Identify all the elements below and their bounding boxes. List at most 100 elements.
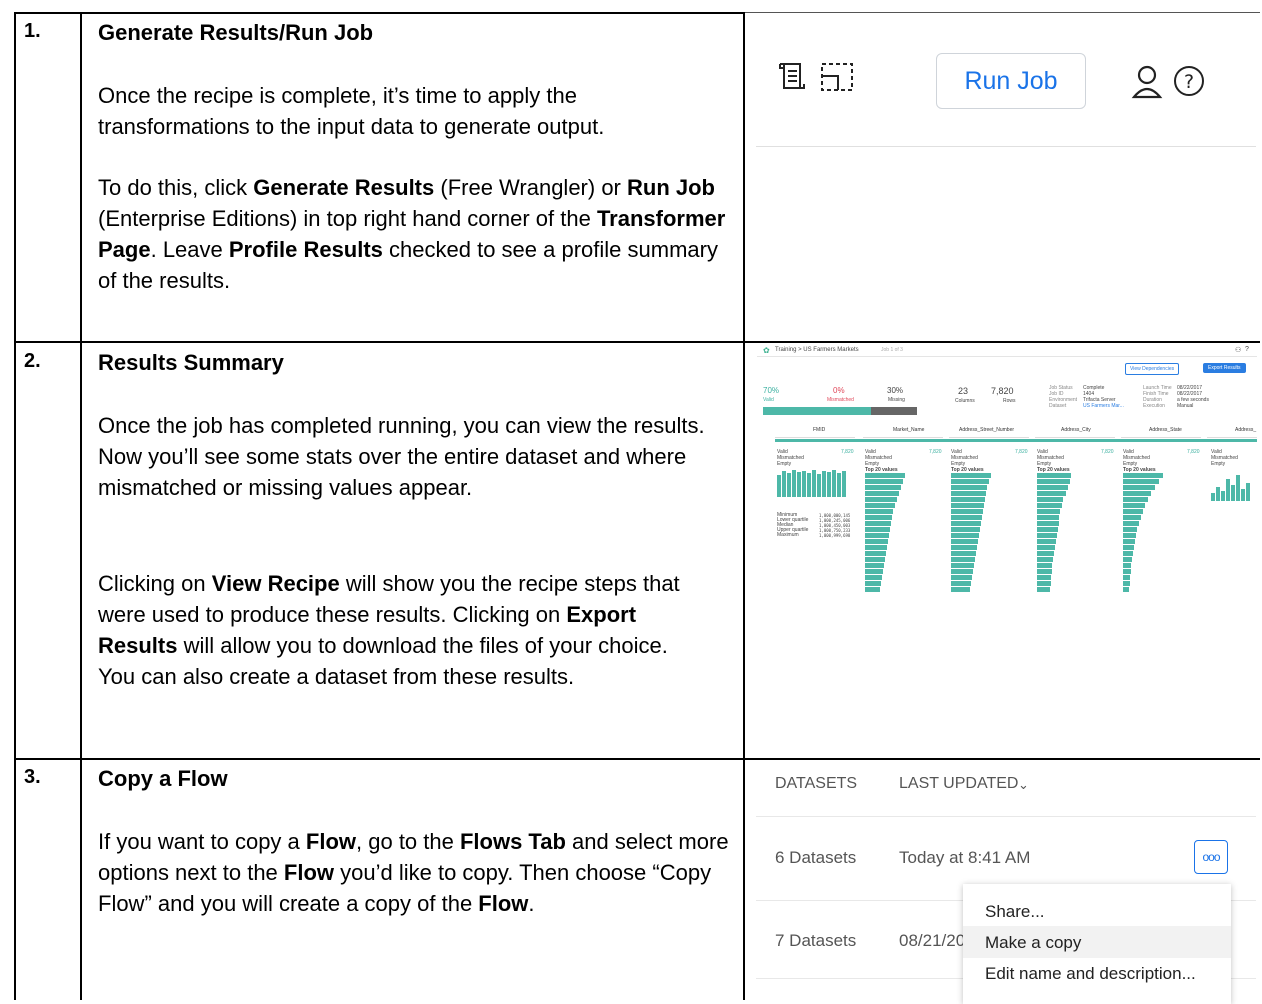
column-header[interactable]: FMID (775, 427, 855, 438)
column-header[interactable]: Address_State (1121, 427, 1201, 438)
export-results-button[interactable]: Export Results (1203, 363, 1246, 373)
last-updated-column-header[interactable]: LAST UPDATED (899, 775, 1018, 793)
flow-row-datasets: 6 Datasets (775, 848, 857, 867)
column-header-label: Address_Street_Number (959, 427, 1015, 433)
top-values-bars (1123, 473, 1163, 593)
column-header-label: Address_ (1235, 427, 1257, 433)
number-col-border (80, 12, 82, 1000)
row-title: Generate Results/Run Job (98, 20, 374, 45)
row-paragraph: Once the recipe is complete, it’s time t… (98, 80, 728, 142)
menu-item-make-copy[interactable]: Make a copy (985, 933, 1081, 953)
time-values: 08/22/2017 08/22/2017 a few seconds Manu… (1177, 385, 1209, 409)
menu-item-share[interactable]: Share... (985, 902, 1045, 922)
fmid-histogram (777, 467, 846, 497)
fmid-stat-label: Maximum (777, 532, 799, 538)
paragraph-text: will allow you to download the files of … (98, 633, 668, 689)
menu-item-edit-name[interactable]: Edit name and description... (985, 964, 1196, 984)
paragraph-bold: Flows Tab (459, 829, 566, 854)
flow-row-updated: Today at 8:41 AM (899, 848, 1031, 867)
column-header[interactable]: Address_Street_Number (949, 427, 1029, 438)
valid-percent: 70% (763, 386, 780, 395)
paragraph-text: (Free Wrangler) or (434, 175, 627, 200)
row-number: 1. (24, 20, 41, 42)
view-dependencies-button[interactable]: View Dependencies (1125, 363, 1180, 375)
missing-label: Missing (888, 397, 905, 403)
stat-value: 7,820 (1015, 449, 1028, 455)
dataset-link[interactable]: US Farmers Mar... (1083, 403, 1124, 409)
row-number: 3. (24, 766, 41, 788)
panel1-top-border (744, 12, 1260, 13)
column-quality-bar (775, 439, 1257, 442)
more-options-button[interactable]: ooo (1194, 840, 1228, 874)
row-paragraph: Once the job has completed running, you … (98, 410, 708, 503)
help-icon[interactable]: ? (1245, 346, 1249, 353)
paragraph-text: To do this, click (98, 175, 254, 200)
column-header-label: Address_City (1061, 427, 1091, 433)
column-stats: Valid Mismatched Empty (777, 449, 804, 467)
valid-bar (763, 407, 871, 415)
column-header[interactable]: Market_Name (863, 427, 943, 438)
user-icon[interactable]: ⚇ (1235, 346, 1241, 354)
columns-label: Columns (955, 398, 975, 404)
fmid-stat-labels: Minimum Lower quartile Median Upper quar… (777, 513, 808, 538)
table-left-border (14, 12, 16, 1000)
row-paragraph: To do this, click Generate Results (Free… (98, 172, 728, 296)
sort-chevron-icon[interactable]: ⌄ (1018, 777, 1029, 793)
address-histogram (1211, 473, 1250, 501)
column-stats: Valid Mismatched Empty Top 20 values (1123, 449, 1156, 473)
datasets-column-header[interactable]: DATASETS (775, 775, 857, 793)
missing-bar (871, 407, 917, 415)
list-divider (756, 816, 1256, 817)
job-info-label: Dataset (1049, 403, 1067, 409)
results-summary-screenshot: ✿ Training > US Farmers Markets Job 1 of… (757, 343, 1257, 603)
run-job-button[interactable]: Run Job (936, 53, 1086, 109)
row-title: Copy a Flow (98, 766, 228, 791)
svg-text:?: ? (1184, 71, 1194, 93)
row2-bottom-border (14, 758, 1260, 760)
column-header-label: Address_State (1149, 427, 1182, 433)
toolbar-divider (756, 146, 1256, 147)
paragraph-bold: Profile Results (228, 237, 383, 262)
mismatched-label: Mismatched (827, 397, 854, 403)
stat-value: 7,820 (1187, 449, 1200, 455)
paragraph-bold: View Recipe (211, 571, 340, 596)
paragraph-text: (Enterprise Editions) in top right hand … (98, 206, 597, 231)
paragraph-bold: Flow (283, 860, 335, 885)
paragraph-text: Once the job has completed running, you … (98, 413, 705, 500)
valid-label: Valid (763, 397, 774, 403)
column-header-label: FMID (813, 427, 826, 433)
job-counter: Job 1 of 3 (881, 347, 903, 353)
user-icon[interactable] (1131, 64, 1165, 100)
stat-value: 7,820 (841, 449, 854, 455)
recipe-icon[interactable] (778, 60, 808, 96)
paragraph-text: . Leave (150, 237, 229, 262)
missing-percent: 30% (887, 386, 904, 395)
top-values-bars (865, 473, 905, 593)
mismatched-percent: 0% (833, 386, 845, 395)
time-labels: Launch Time Finish Time Duration Executi… (1143, 385, 1172, 409)
logo-icon: ✿ (763, 346, 770, 355)
stat-label: Empty (1211, 461, 1226, 467)
column-header-label: Market_Name (893, 427, 925, 433)
layout-icon[interactable] (818, 60, 858, 96)
row-number: 2. (24, 350, 41, 372)
rows-label: Rows (1003, 398, 1016, 404)
rows-value: 7,820 (991, 386, 1014, 396)
column-stats: Valid Mismatched Empty Top 20 values (865, 449, 898, 473)
column-header[interactable]: Address_City (1035, 427, 1115, 438)
row-paragraph: If you want to copy a Flow , go to the Fl… (98, 826, 738, 919)
paragraph-bold: Flow (478, 891, 529, 916)
paragraph-text: If you want to copy a (98, 829, 306, 854)
job-info-labels: Job Status Job ID Environment Dataset (1049, 385, 1077, 409)
paragraph-text: , go to the (356, 829, 460, 854)
column-header[interactable]: Address_ (1207, 427, 1257, 438)
flow-row-datasets: 7 Datasets (775, 931, 857, 950)
row-paragraph: Clicking on View Recipe will show you th… (98, 568, 698, 692)
help-icon[interactable]: ? (1172, 64, 1208, 100)
breadcrumb[interactable]: Training > US Farmers Markets (775, 347, 859, 353)
paragraph-text: Clicking on (98, 571, 212, 596)
stat-value: 7,820 (1101, 449, 1114, 455)
columns-value: 23 (958, 386, 969, 396)
image-col-border (743, 12, 745, 1000)
top-values-bars (951, 473, 991, 593)
